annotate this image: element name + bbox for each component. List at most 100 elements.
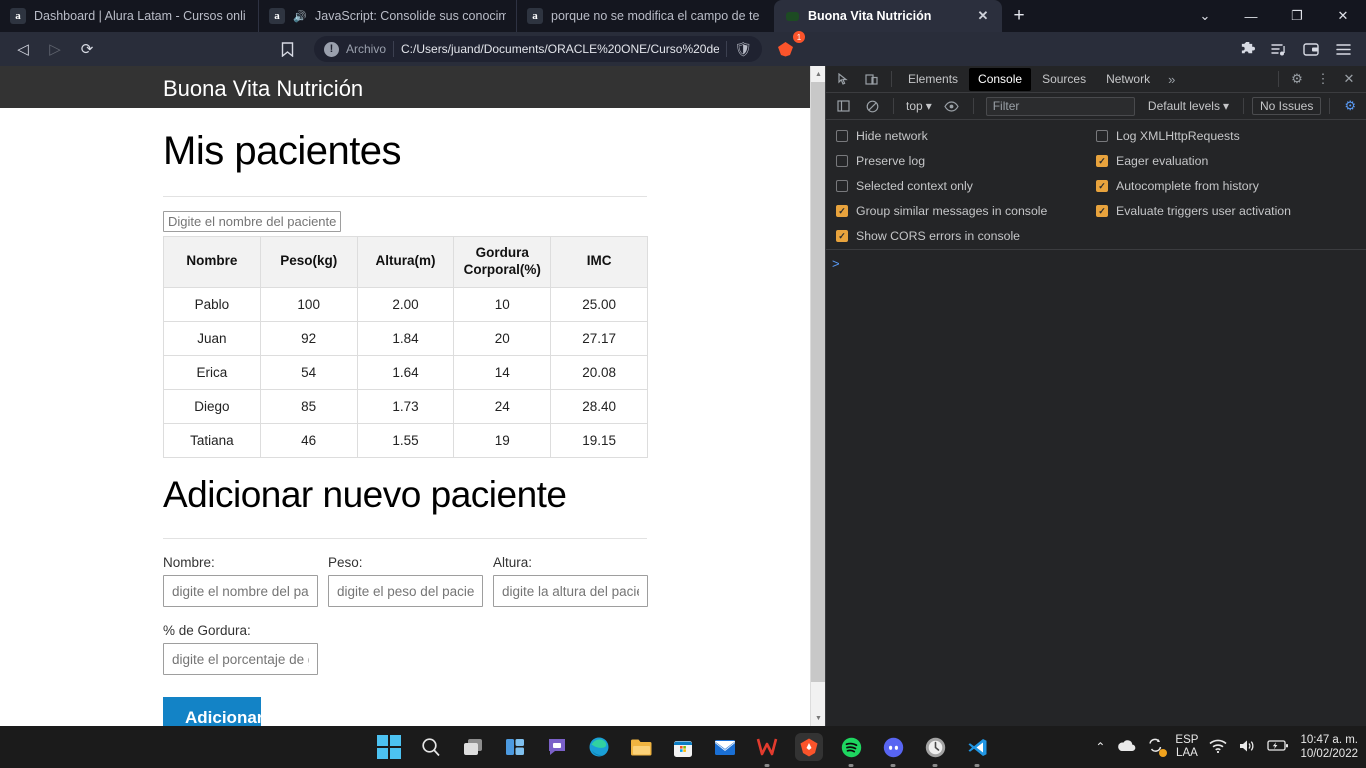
- checkbox-checked[interactable]: ✓: [836, 230, 848, 242]
- checkbox-checked[interactable]: ✓: [1096, 155, 1108, 167]
- add-patient-button[interactable]: Adicionar: [163, 697, 263, 726]
- brave-shields-icon[interactable]: 🛡: [734, 41, 752, 58]
- yandex-icon[interactable]: [921, 733, 949, 761]
- setting-log-xmlhttprequests[interactable]: Log XMLHttpRequests: [1096, 129, 1356, 143]
- browser-tab-3[interactable]: a porque no se modifica el campo de te: [516, 0, 774, 32]
- clock[interactable]: 10:47 a. m. 10/02/2022: [1300, 733, 1358, 761]
- issues-button[interactable]: No Issues: [1251, 97, 1322, 115]
- input-nombre[interactable]: [163, 575, 318, 608]
- setting-autocomplete-from-history[interactable]: ✓ Autocomplete from history: [1096, 179, 1356, 193]
- console-filter-input[interactable]: Filter: [985, 96, 1135, 116]
- reload-button[interactable]: ⟳: [72, 35, 102, 63]
- checkbox-checked[interactable]: ✓: [836, 205, 848, 217]
- checkbox-checked[interactable]: ✓: [1096, 180, 1108, 192]
- extensions-puzzle-icon[interactable]: [1232, 35, 1262, 63]
- table-row[interactable]: Tatiana 46 1.55 19 19.15: [163, 422, 648, 458]
- widgets-icon[interactable]: [501, 733, 529, 761]
- input-altura[interactable]: [493, 575, 648, 608]
- table-row[interactable]: Diego 85 1.73 24 28.40: [163, 388, 648, 424]
- hamburger-menu-icon[interactable]: [1328, 35, 1358, 63]
- devtools-tab-elements[interactable]: Elements: [899, 68, 967, 91]
- input-gordura[interactable]: [163, 643, 318, 676]
- checkbox[interactable]: [836, 180, 848, 192]
- volume-icon[interactable]: [1238, 739, 1256, 756]
- task-view-icon[interactable]: [459, 733, 487, 761]
- devtools-more-tabs-icon[interactable]: »: [1161, 72, 1182, 87]
- close-icon[interactable]: ✕: [1336, 67, 1362, 91]
- search-input[interactable]: [163, 211, 341, 232]
- setting-show-cors-errors[interactable]: ✓ Show CORS errors in console: [836, 229, 1096, 243]
- scroll-up-arrow-icon[interactable]: ▲: [811, 66, 826, 82]
- input-peso[interactable]: [328, 575, 483, 608]
- table-row[interactable]: Juan 92 1.84 20 27.17: [163, 320, 648, 356]
- page-scrollbar[interactable]: ▲ ▼: [810, 66, 826, 726]
- brave-rewards-icon[interactable]: 1: [770, 31, 805, 63]
- address-bar[interactable]: ! Archivo C:/Users/juand/Documents/ORACL…: [314, 36, 762, 62]
- mail-icon[interactable]: [711, 733, 739, 761]
- setting-group-similar-messages[interactable]: ✓ Group similar messages in console: [836, 204, 1096, 218]
- console-sidebar-icon[interactable]: [830, 94, 856, 118]
- checkbox[interactable]: [836, 130, 848, 142]
- tab-audio-icon[interactable]: 🔊: [293, 10, 307, 23]
- wifi-icon[interactable]: [1209, 739, 1227, 756]
- edge-icon[interactable]: [585, 733, 613, 761]
- spotify-icon[interactable]: [837, 733, 865, 761]
- console-context-selector[interactable]: top ▾: [902, 99, 936, 113]
- microsoft-store-icon[interactable]: [669, 733, 697, 761]
- setting-evaluate-triggers-user-activation[interactable]: ✓ Evaluate triggers user activation: [1096, 204, 1356, 218]
- console-settings-gear-icon[interactable]: ⚙: [1338, 98, 1362, 114]
- console-prompt-icon[interactable]: >: [832, 256, 840, 271]
- table-row[interactable]: Erica 54 1.64 14 20.08: [163, 354, 648, 390]
- gear-icon[interactable]: ⚙: [1284, 67, 1310, 91]
- setting-eager-evaluation[interactable]: ✓ Eager evaluation: [1096, 154, 1356, 168]
- setting-preserve-log[interactable]: Preserve log: [836, 154, 1096, 168]
- device-toolbar-icon[interactable]: [858, 67, 884, 91]
- live-expression-eye-icon[interactable]: [939, 94, 965, 118]
- close-icon[interactable]: ✕: [974, 7, 992, 25]
- maximize-restore-button[interactable]: ❐: [1274, 0, 1320, 32]
- checkbox-checked[interactable]: ✓: [1096, 205, 1108, 217]
- minimize-button[interactable]: —: [1228, 0, 1274, 32]
- brave-browser-icon[interactable]: [795, 733, 823, 761]
- devtools-tab-console[interactable]: Console: [969, 67, 1032, 91]
- setting-hide-network[interactable]: Hide network: [836, 129, 1096, 143]
- table-row[interactable]: Pablo 100 2.00 10 25.00: [163, 286, 648, 322]
- kebab-menu-icon[interactable]: ⋮: [1310, 67, 1336, 91]
- devtools-tab-sources[interactable]: Sources: [1033, 68, 1095, 91]
- file-info-icon[interactable]: !: [324, 41, 339, 57]
- devtools-tab-network[interactable]: Network: [1097, 68, 1159, 91]
- checkbox[interactable]: [1096, 130, 1108, 142]
- search-icon[interactable]: [417, 733, 445, 761]
- wps-office-icon[interactable]: [753, 733, 781, 761]
- inspect-cursor-icon[interactable]: [830, 67, 856, 91]
- onedrive-icon[interactable]: [1116, 739, 1136, 755]
- console-output-area[interactable]: >: [826, 250, 1366, 726]
- browser-tab-4-active[interactable]: Buona Vita Nutrición ✕: [774, 0, 1002, 32]
- language-indicator[interactable]: ESP LAA: [1175, 734, 1198, 760]
- setting-selected-context-only[interactable]: Selected context only: [836, 179, 1096, 193]
- browser-tab-2[interactable]: a 🔊 JavaScript: Consolide sus conocimi: [258, 0, 516, 32]
- chat-icon[interactable]: [543, 733, 571, 761]
- battery-charging-icon[interactable]: [1267, 739, 1289, 755]
- discord-icon[interactable]: [879, 733, 907, 761]
- clear-console-icon[interactable]: [859, 94, 885, 118]
- tray-overflow-icon[interactable]: ⌃: [1095, 740, 1105, 754]
- scrollbar-thumb[interactable]: [811, 82, 826, 682]
- checkbox[interactable]: [836, 155, 848, 167]
- vscode-icon[interactable]: [963, 733, 991, 761]
- tab-search-icon[interactable]: ⌄: [1182, 0, 1228, 32]
- browser-tab-1[interactable]: a Dashboard | Alura Latam - Cursos onli: [0, 0, 258, 32]
- column-header-peso: Peso(kg): [259, 236, 358, 288]
- new-tab-button[interactable]: +: [1002, 0, 1036, 32]
- file-explorer-icon[interactable]: [627, 733, 655, 761]
- log-levels-dropdown[interactable]: Default levels ▾: [1142, 99, 1235, 113]
- window-close-button[interactable]: ✕: [1320, 0, 1366, 32]
- back-button[interactable]: ◁: [8, 35, 38, 63]
- bookmark-icon[interactable]: [272, 35, 302, 63]
- wallet-icon[interactable]: [1296, 35, 1326, 63]
- forward-button[interactable]: ▷: [40, 35, 70, 63]
- playlist-icon[interactable]: [1264, 35, 1294, 63]
- sync-icon[interactable]: [1147, 738, 1168, 757]
- windows-start-icon[interactable]: [375, 733, 403, 761]
- scroll-down-arrow-icon[interactable]: ▼: [811, 710, 826, 726]
